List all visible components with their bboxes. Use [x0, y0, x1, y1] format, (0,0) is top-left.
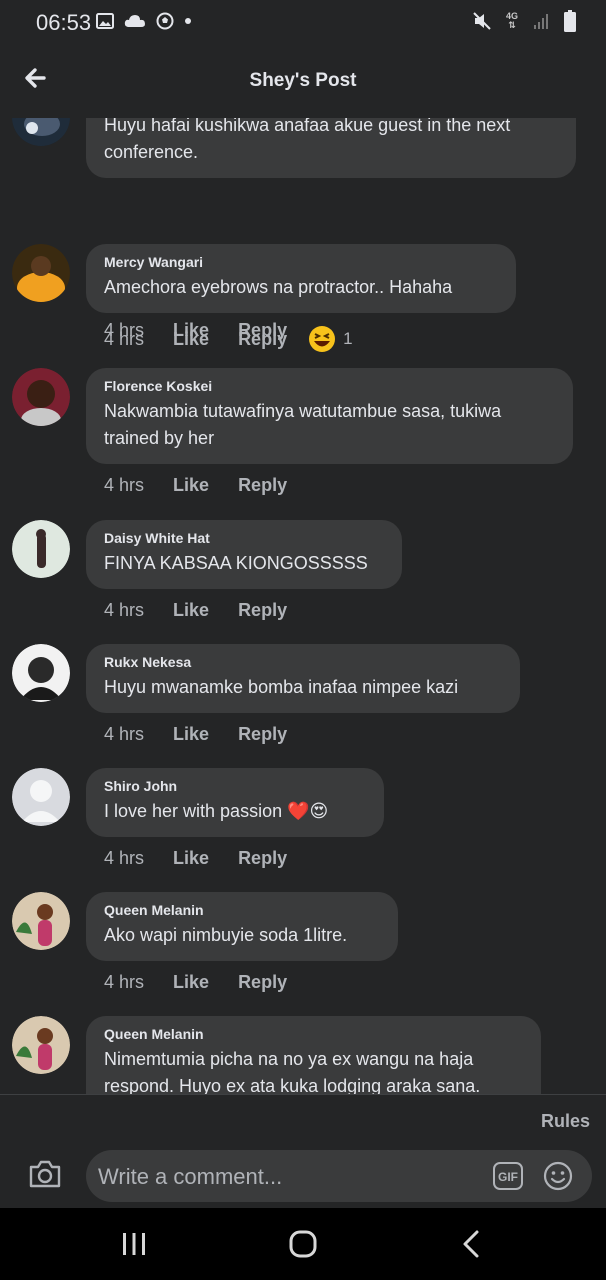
page-title: Shey's Post [249, 70, 357, 91]
status-time: 06:53 [36, 10, 92, 35]
avatar[interactable] [12, 118, 70, 146]
comment-author[interactable]: Queen Melanin [104, 902, 380, 918]
comment-author[interactable]: Mercy Wangari [104, 254, 498, 270]
comment-text: I love her with passion ❤️😍 [104, 801, 329, 821]
status-bar: 06:53 4G ⇅ [0, 0, 606, 46]
network-type: 4G ⇅ [505, 11, 518, 30]
like-button[interactable]: Like [173, 972, 209, 993]
comment-input-wrapper: GIF [86, 1150, 592, 1202]
avatar[interactable] [12, 1016, 70, 1074]
comment-composer: Rules GIF [0, 1094, 606, 1209]
comment-author[interactable]: Shiro John [104, 778, 366, 794]
comment-text: FINYA KABSAA KIONGOSSSSS [104, 553, 368, 573]
like-button[interactable]: Like [173, 724, 209, 745]
comment-text: Nimemtumia picha na no ya ex wangu na ha… [104, 1049, 481, 1094]
camera-icon[interactable] [28, 1159, 62, 1189]
back-icon[interactable] [452, 1226, 492, 1262]
cloud-icon [124, 15, 145, 27]
comment-bubble[interactable]: Florence Koskei Nakwambia tutawafinya wa… [86, 368, 573, 464]
reply-button[interactable]: Reply [238, 724, 287, 745]
comment-time[interactable]: 4 hrs [104, 329, 144, 350]
avatar[interactable] [12, 892, 70, 950]
reply-button[interactable]: Reply [238, 329, 287, 350]
comment-time[interactable]: 4 hrs [104, 600, 144, 621]
svg-text:GIF: GIF [498, 1170, 518, 1184]
header: Shey's Post [0, 46, 606, 118]
recent-apps-icon[interactable] [114, 1226, 154, 1262]
comment-bubble[interactable]: Queen Melanin Ako wapi nimbuyie soda 1li… [86, 892, 398, 961]
avatar[interactable] [12, 244, 70, 302]
rules-link[interactable]: Rules [541, 1111, 590, 1132]
gallery-icon [96, 13, 114, 29]
avatar[interactable] [12, 368, 70, 426]
comment-author[interactable]: Daisy White Hat [104, 530, 384, 546]
comment-text: Huyu mwanamke bomba inafaa nimpee kazi [104, 677, 459, 697]
mute-icon [473, 12, 491, 30]
reply-button[interactable]: Reply [238, 848, 287, 869]
like-button[interactable]: Like [173, 475, 209, 496]
comment-bubble[interactable]: Daisy White Hat FINYA KABSAA KIONGOSSSSS [86, 520, 402, 589]
avatar[interactable] [12, 520, 70, 578]
reply-button[interactable]: Reply [238, 972, 287, 993]
comment-author[interactable]: Rukx Nekesa [104, 654, 502, 670]
comment-bubble[interactable]: Shiro John I love her with passion ❤️😍 [86, 768, 384, 837]
system-nav-bar [0, 1208, 606, 1280]
comment-author[interactable]: Florence Koskei [104, 378, 555, 394]
avatar[interactable] [12, 768, 70, 826]
comment-bubble[interactable]: Huyu hafai kushikwa anafaa akue guest in… [86, 118, 576, 178]
reply-button[interactable]: Reply [238, 600, 287, 621]
emoji-icon[interactable] [542, 1160, 574, 1192]
comment-time[interactable]: 4 hrs [104, 848, 144, 869]
comment-input[interactable] [96, 1156, 480, 1198]
soccer-ball-icon [156, 12, 174, 30]
comment-text: Ako wapi nimbuyie soda 1litre. [104, 925, 348, 945]
reply-button[interactable]: Reply [238, 475, 287, 496]
comment-text: Huyu hafai kushikwa anafaa akue guest in… [104, 118, 511, 162]
like-button[interactable]: Like [173, 329, 209, 350]
comment-bubble[interactable]: Queen Melanin Nimemtumia picha na no ya … [86, 1016, 541, 1094]
reaction-count: 1 [343, 329, 353, 348]
signal-icon [534, 14, 548, 29]
reaction-summary[interactable]: 1 [307, 324, 353, 354]
comment-text: Amechora eyebrows na protractor.. Hahaha [104, 277, 453, 297]
notification-dot-icon [185, 18, 191, 24]
like-button[interactable]: Like [173, 600, 209, 621]
gif-icon[interactable]: GIF [492, 1161, 524, 1191]
comment-bubble[interactable]: Mercy Wangari Amechora eyebrows na protr… [86, 244, 516, 313]
like-button[interactable]: Like [173, 848, 209, 869]
home-icon[interactable] [283, 1226, 323, 1262]
comment-author[interactable]: Queen Melanin [104, 1026, 523, 1042]
comment-time[interactable]: 4 hrs [104, 972, 144, 993]
comments-list[interactable]: Huyu hafai kushikwa anafaa akue guest in… [0, 118, 606, 1094]
battery-icon [564, 10, 576, 32]
comment-time[interactable]: 4 hrs [104, 724, 144, 745]
comment-time[interactable]: 4 hrs [104, 475, 144, 496]
avatar[interactable] [12, 644, 70, 702]
comment-bubble[interactable]: Rukx Nekesa Huyu mwanamke bomba inafaa n… [86, 644, 520, 713]
laughing-emoji-icon [309, 326, 336, 352]
comment-text: Nakwambia tutawafinya watutambue sasa, t… [104, 401, 502, 448]
